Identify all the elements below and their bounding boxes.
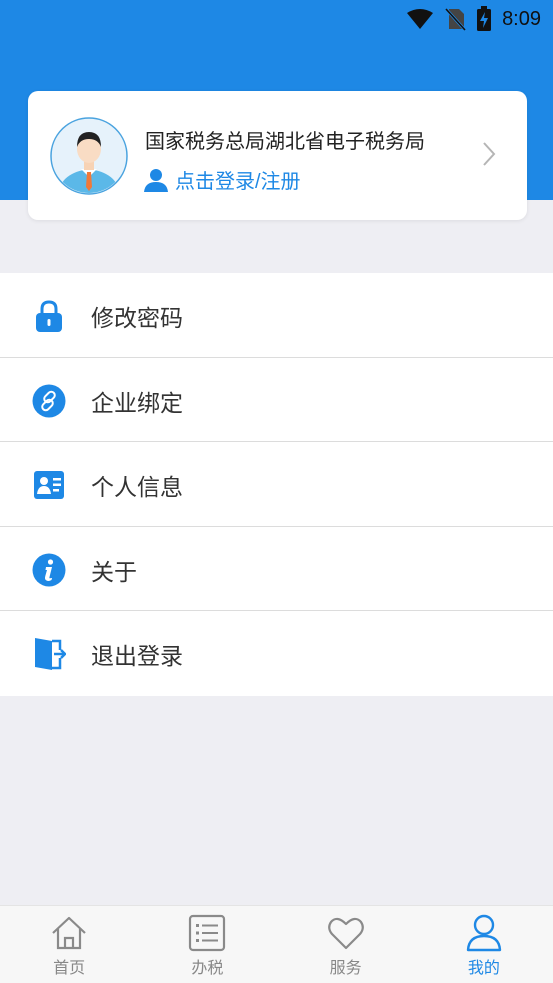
menu-item-label: 个人信息 [91, 474, 183, 501]
login-register-label: 点击登录/注册 [175, 171, 301, 193]
id-card-icon [34, 471, 64, 500]
status-bar: 8:09 [0, 0, 553, 38]
menu-item-logout[interactable]: 退出登录 [0, 611, 553, 696]
login-register-link[interactable]: 点击登录/注册 [143, 165, 301, 194]
settings-menu: 修改密码 企业绑定 个人信息 关于 退出登录 [0, 273, 553, 696]
tab-tax[interactable]: 办税 [138, 906, 276, 983]
menu-item-label: 修改密码 [91, 305, 183, 331]
menu-item-label: 关于 [91, 558, 137, 585]
tab-label: 服务 [329, 960, 362, 977]
info-icon [32, 553, 66, 587]
tab-home[interactable]: 首页 [0, 906, 138, 983]
org-name: 国家税务总局湖北省电子税务局 [145, 131, 425, 153]
link-icon [32, 384, 66, 418]
tab-mine[interactable]: 我的 [415, 906, 553, 983]
status-icons: 8:09 [406, 5, 541, 33]
user-icon [144, 168, 168, 192]
tab-label: 首页 [53, 960, 86, 977]
menu-item-label: 企业绑定 [91, 389, 183, 416]
no-sim-icon [444, 7, 467, 31]
home-icon [52, 916, 86, 950]
list-icon [189, 914, 226, 952]
chevron-right-icon [483, 142, 496, 166]
battery-charging-icon [477, 6, 492, 31]
avatar-icon [50, 117, 128, 195]
tab-label: 办税 [191, 960, 224, 977]
tab-label: 我的 [467, 960, 500, 977]
wifi-icon [407, 9, 434, 29]
menu-item-bind-enterprise[interactable]: 企业绑定 [0, 358, 553, 443]
lock-icon [36, 300, 62, 332]
menu-item-about[interactable]: 关于 [0, 527, 553, 612]
menu-item-label: 退出登录 [91, 643, 183, 670]
menu-item-change-password[interactable]: 修改密码 [0, 273, 553, 358]
tab-service[interactable]: 服务 [277, 906, 415, 983]
profile-card[interactable]: 国家税务总局湖北省电子税务局 点击登录/注册 [28, 91, 527, 220]
heart-icon [327, 917, 364, 950]
person-icon [466, 914, 502, 952]
status-time: 8:09 [502, 7, 541, 30]
menu-item-personal-info[interactable]: 个人信息 [0, 442, 553, 527]
logout-icon [35, 638, 66, 671]
screen: 8:09 国家税务总局湖北省电子税务局 点击登录/注册 修改密码 企业绑定 个人… [0, 0, 553, 983]
bottom-tab-bar: 首页 办税 服务 我的 [0, 905, 553, 983]
